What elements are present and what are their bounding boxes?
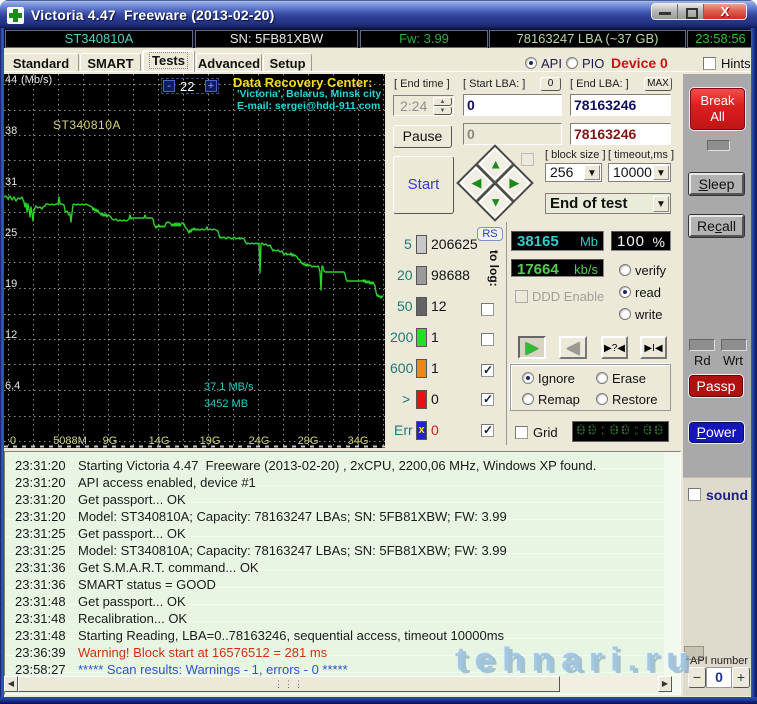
svg-text:(Mb/s): (Mb/s) <box>21 74 52 86</box>
svg-text:38: 38 <box>5 125 17 137</box>
svg-text:44: 44 <box>5 74 17 86</box>
svg-text:31: 31 <box>5 176 17 188</box>
